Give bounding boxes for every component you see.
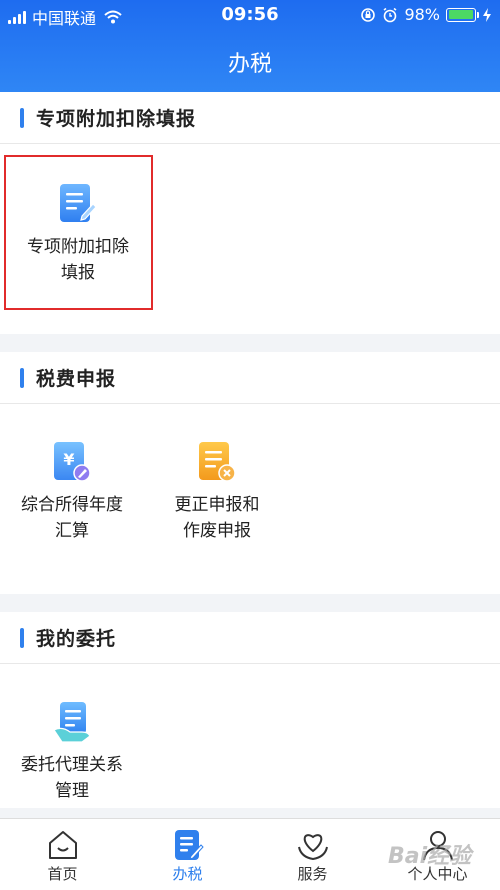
tab-tax[interactable]: 办税 — [125, 819, 250, 884]
section-header: 税费申报 — [0, 352, 500, 404]
section-accent-bar — [20, 107, 24, 128]
section-header: 我的委托 — [0, 612, 500, 664]
tab-label: 个人中心 — [407, 865, 468, 883]
person-icon — [422, 831, 453, 861]
bottom-tab-bar: 首页 办税 服务 个人中心 — [0, 818, 500, 890]
tab-service[interactable]: 服务 — [250, 819, 375, 884]
tile-delegation-management[interactable]: 委托代理关系 管理 — [0, 700, 147, 804]
tile-label-line2: 汇算 — [55, 521, 89, 541]
top-bar: 中国联通 09:56 98% 办税 — [0, 0, 500, 92]
yuan-document-icon: ¥ — [54, 442, 91, 482]
section-my-delegation: 我的委托 委托代理关系 管理 — [0, 612, 500, 808]
tile-label-line1: 综合所得年度 — [21, 495, 123, 515]
battery-percent: 98% — [404, 5, 440, 24]
highlight-box — [4, 155, 153, 310]
section-tax-declaration: 税费申报 ¥ 综合所得年度 汇算 更正申报和 作废申报 — [0, 352, 500, 594]
alarm-icon — [383, 7, 397, 22]
tab-label: 服务 — [297, 865, 328, 883]
section-title: 我的委托 — [36, 628, 117, 650]
status-bar: 中国联通 09:56 98% — [0, 0, 500, 30]
tile-label-line1: 委托代理关系 — [21, 755, 123, 775]
section-title: 专项附加扣除填报 — [36, 108, 197, 130]
tab-profile[interactable]: 个人中心 — [375, 819, 500, 884]
tax-form-icon — [174, 830, 204, 860]
tile-label-line2: 管理 — [55, 781, 89, 801]
section-header: 专项附加扣除填报 — [0, 92, 500, 144]
orientation-lock-icon — [361, 7, 376, 22]
section-accent-bar — [20, 367, 24, 388]
service-heart-icon — [297, 834, 328, 861]
tab-label: 首页 — [47, 865, 78, 883]
svg-text:¥: ¥ — [63, 450, 74, 469]
section-accent-bar — [20, 627, 24, 648]
page-title: 办税 — [227, 52, 272, 77]
battery-icon — [446, 7, 479, 22]
section-title: 税费申报 — [36, 368, 117, 390]
home-icon — [48, 831, 77, 859]
tile-annual-settlement[interactable]: ¥ 综合所得年度 汇算 — [0, 440, 147, 544]
void-document-icon — [199, 442, 236, 482]
tile-label-line1: 更正申报和 — [174, 495, 260, 515]
tab-home[interactable]: 首页 — [0, 819, 125, 884]
tile-label-line2: 作废申报 — [183, 521, 251, 541]
charging-icon — [483, 7, 491, 22]
tab-label: 办税 — [172, 865, 203, 883]
tile-correct-void-declaration[interactable]: 更正申报和 作废申报 — [142, 440, 292, 544]
delegate-document-icon — [53, 702, 91, 743]
